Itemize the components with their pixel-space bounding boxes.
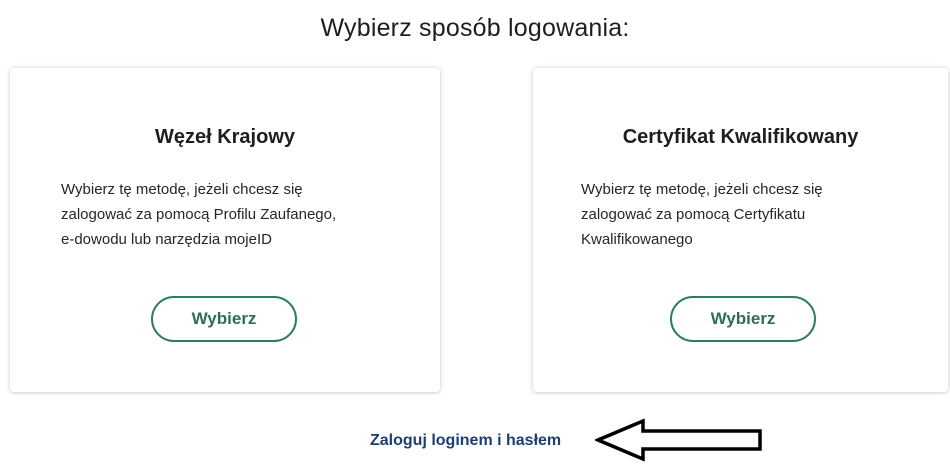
left-arrow-outline-icon	[595, 418, 762, 462]
password-login-link[interactable]: Zaloguj loginem i hasłem	[370, 432, 561, 450]
card-description: Wybierz tę metodę, jeżeli chcesz się zal…	[581, 181, 823, 248]
login-option-card-certyfikat: Certyfikat Kwalifikowany Wybierz tę meto…	[533, 68, 948, 392]
select-certyfikat-button[interactable]: Wybierz	[670, 296, 816, 342]
card-title: Certyfikat Kwalifikowany	[622, 126, 859, 148]
page-title: Wybierz sposób logowania:	[320, 14, 630, 42]
card-title: Węzeł Krajowy	[154, 126, 296, 148]
login-option-card-wezel-krajowy: Węzeł Krajowy Wybierz tę metodę, jeżeli …	[10, 68, 440, 392]
card-description: Wybierz tę metodę, jeżeli chcesz się zal…	[61, 181, 337, 248]
select-wezel-krajowy-button[interactable]: Wybierz	[151, 296, 297, 342]
